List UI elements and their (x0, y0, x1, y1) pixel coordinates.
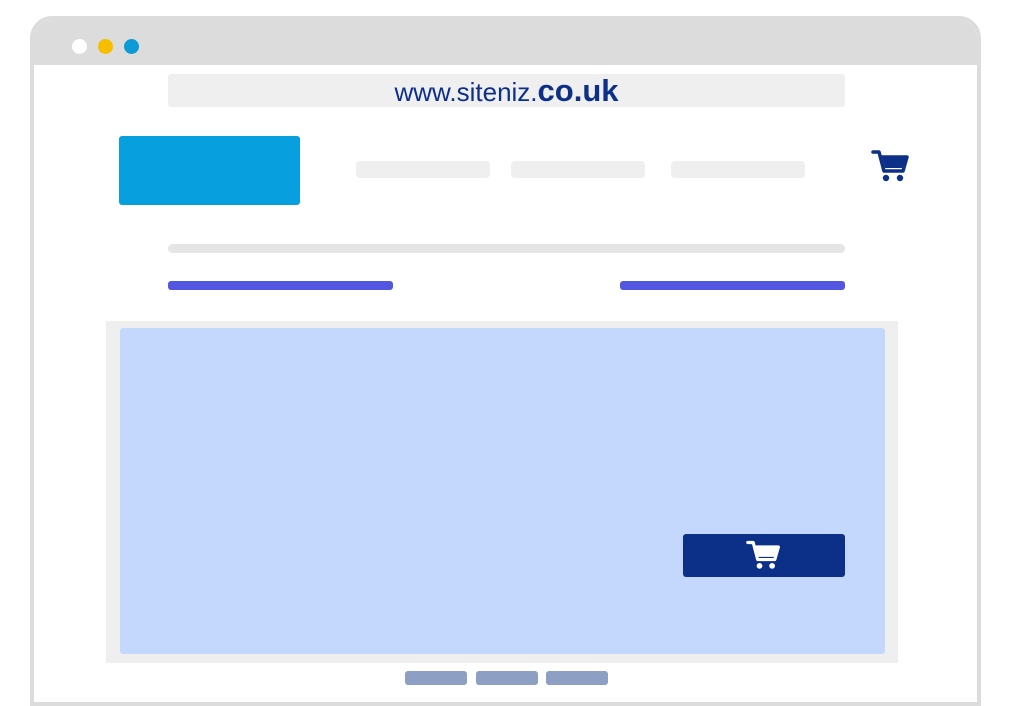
shopping-cart-icon[interactable] (871, 147, 911, 187)
browser-window: www.siteniz.co.uk (30, 16, 981, 706)
content-link-left[interactable] (168, 281, 393, 290)
carousel-indicator-1[interactable] (405, 671, 467, 685)
browser-titlebar (34, 20, 977, 65)
window-minimize-dot[interactable] (98, 39, 113, 54)
url-prefix: www.siteniz. (394, 77, 538, 107)
carousel-indicator-3[interactable] (546, 671, 608, 685)
hero-banner (120, 328, 885, 654)
content-link-right[interactable] (620, 281, 845, 290)
add-to-cart-button[interactable] (683, 534, 845, 577)
hero-frame (106, 321, 898, 663)
content-divider (168, 244, 845, 253)
window-maximize-dot[interactable] (124, 39, 139, 54)
nav-item-3[interactable] (671, 161, 805, 178)
carousel-indicator-2[interactable] (476, 671, 538, 685)
nav-item-1[interactable] (356, 161, 490, 178)
url-tld: co.uk (537, 73, 619, 108)
nav-item-2[interactable] (511, 161, 645, 178)
window-close-dot[interactable] (72, 39, 87, 54)
site-logo[interactable] (119, 136, 300, 205)
address-bar[interactable]: www.siteniz.co.uk (168, 74, 845, 107)
shopping-cart-icon (746, 540, 780, 569)
